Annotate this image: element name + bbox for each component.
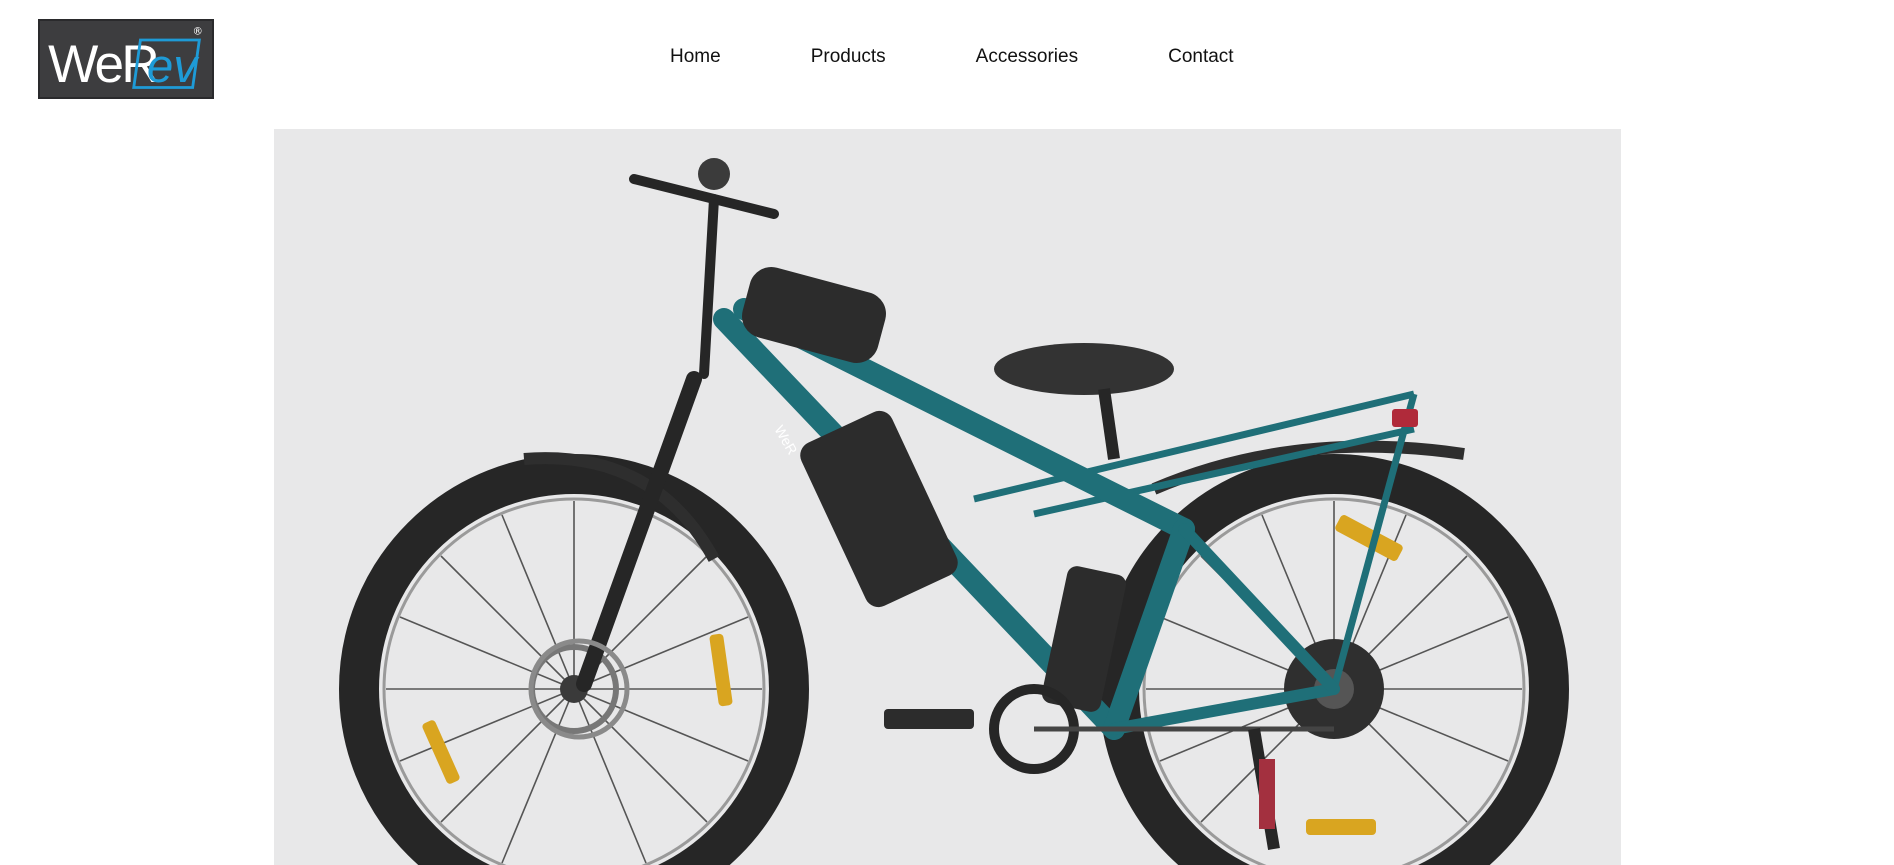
nav-products[interactable]: Products — [811, 46, 886, 68]
front-fork — [576, 371, 702, 692]
nav-contact[interactable]: Contact — [1168, 46, 1233, 68]
kickstand-accent — [1259, 759, 1275, 829]
tail-light — [1392, 409, 1418, 427]
hero-banner: WeR — [274, 129, 1621, 865]
front-wheel — [339, 454, 809, 865]
nav-accessories[interactable]: Accessories — [976, 46, 1078, 68]
frame-label: WeR — [771, 423, 800, 458]
main-nav: Home Products Accessories Contact — [670, 46, 1234, 68]
ebike-image: WeR — [339, 158, 1569, 865]
nav-home[interactable]: Home — [670, 46, 721, 68]
logo-text-b: ev — [147, 40, 200, 93]
logo-mark: WeR ev ® — [48, 25, 203, 94]
pedal — [884, 709, 974, 729]
registered-mark: ® — [193, 25, 203, 37]
brand-logo[interactable]: WeR ev ® — [38, 19, 214, 99]
display-unit — [698, 158, 730, 190]
saddle — [994, 343, 1174, 395]
main-battery — [800, 410, 958, 608]
site-header: WeR ev ® Home Products Accessories Conta… — [0, 0, 1894, 128]
seat-post — [1098, 388, 1120, 460]
